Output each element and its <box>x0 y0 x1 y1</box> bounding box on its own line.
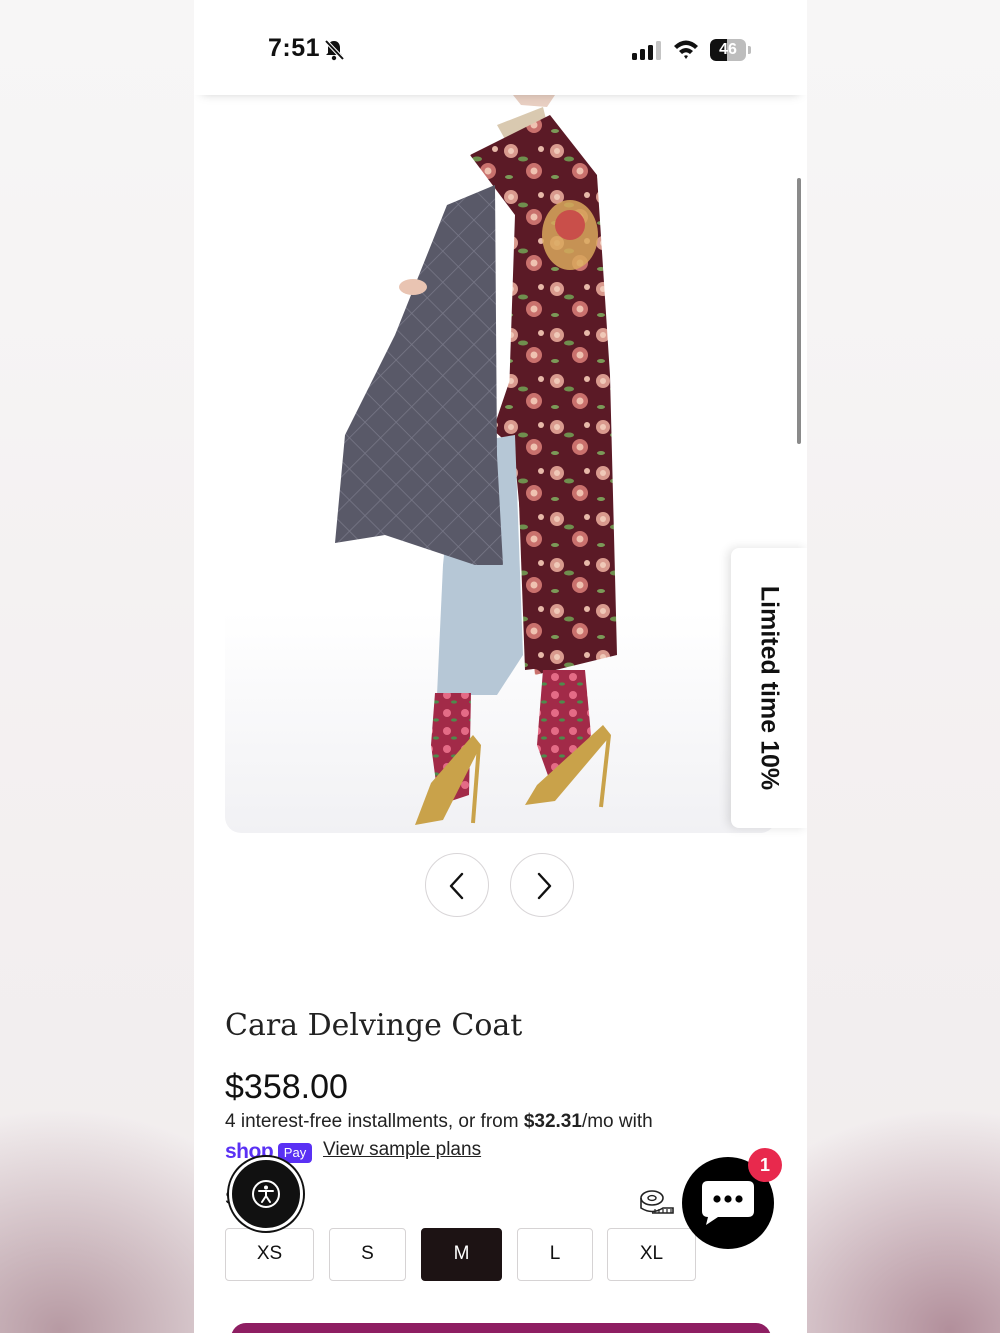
chat-bubble-icon <box>702 1181 754 1225</box>
battery-body: 46 <box>710 39 746 61</box>
previous-image-button[interactable] <box>425 853 489 917</box>
chevron-left-icon <box>449 872 464 900</box>
shop-pay-badge: Pay <box>278 1143 312 1163</box>
image-scrollbar[interactable] <box>797 178 801 444</box>
product-title: Cara Delvinge Coat <box>225 1008 523 1043</box>
size-option-xs[interactable]: XS <box>225 1228 314 1281</box>
cellular-signal-icon <box>632 41 661 60</box>
limited-time-promo-tab[interactable]: Limited time 10% <box>731 548 807 828</box>
battery-icon: 46 <box>710 39 751 61</box>
installments-amount: $32.31 <box>523 1111 582 1132</box>
measuring-tape-icon[interactable] <box>640 1189 674 1215</box>
size-option-xl[interactable]: XL <box>607 1228 696 1281</box>
installments-prefix: 4 interest-free installments, or from <box>225 1111 524 1132</box>
chevron-right-icon <box>537 872 552 900</box>
battery-nub <box>748 46 751 54</box>
size-option-s[interactable]: S <box>329 1228 406 1281</box>
status-bar: 7:51 46 <box>194 0 807 95</box>
accessibility-icon <box>252 1180 280 1208</box>
phone-screen: 7:51 46 Limited time 10% Cara Delvinge C… <box>194 0 807 1333</box>
installments-suffix: /mo with <box>581 1111 653 1132</box>
status-time: 7:51 <box>268 34 321 62</box>
wifi-icon <box>674 40 698 59</box>
size-option-l[interactable]: L <box>517 1228 593 1281</box>
next-image-button[interactable] <box>510 853 574 917</box>
bell-slash-icon <box>324 39 345 61</box>
product-price: $358.00 <box>225 1068 348 1106</box>
product-image[interactable] <box>225 95 776 833</box>
add-to-cart-button[interactable] <box>231 1323 771 1333</box>
installments-text: 4 interest-free installments, or from $3… <box>225 1111 653 1133</box>
accessibility-button[interactable] <box>229 1157 303 1231</box>
product-photo-illustration <box>335 95 617 825</box>
battery-percent: 46 <box>719 41 737 58</box>
limited-time-promo-label: Limited time 10% <box>755 585 784 791</box>
chat-unread-badge: 1 <box>748 1148 782 1182</box>
view-sample-plans-link[interactable]: View sample plans <box>323 1139 481 1161</box>
size-option-m[interactable]: M <box>421 1228 502 1281</box>
